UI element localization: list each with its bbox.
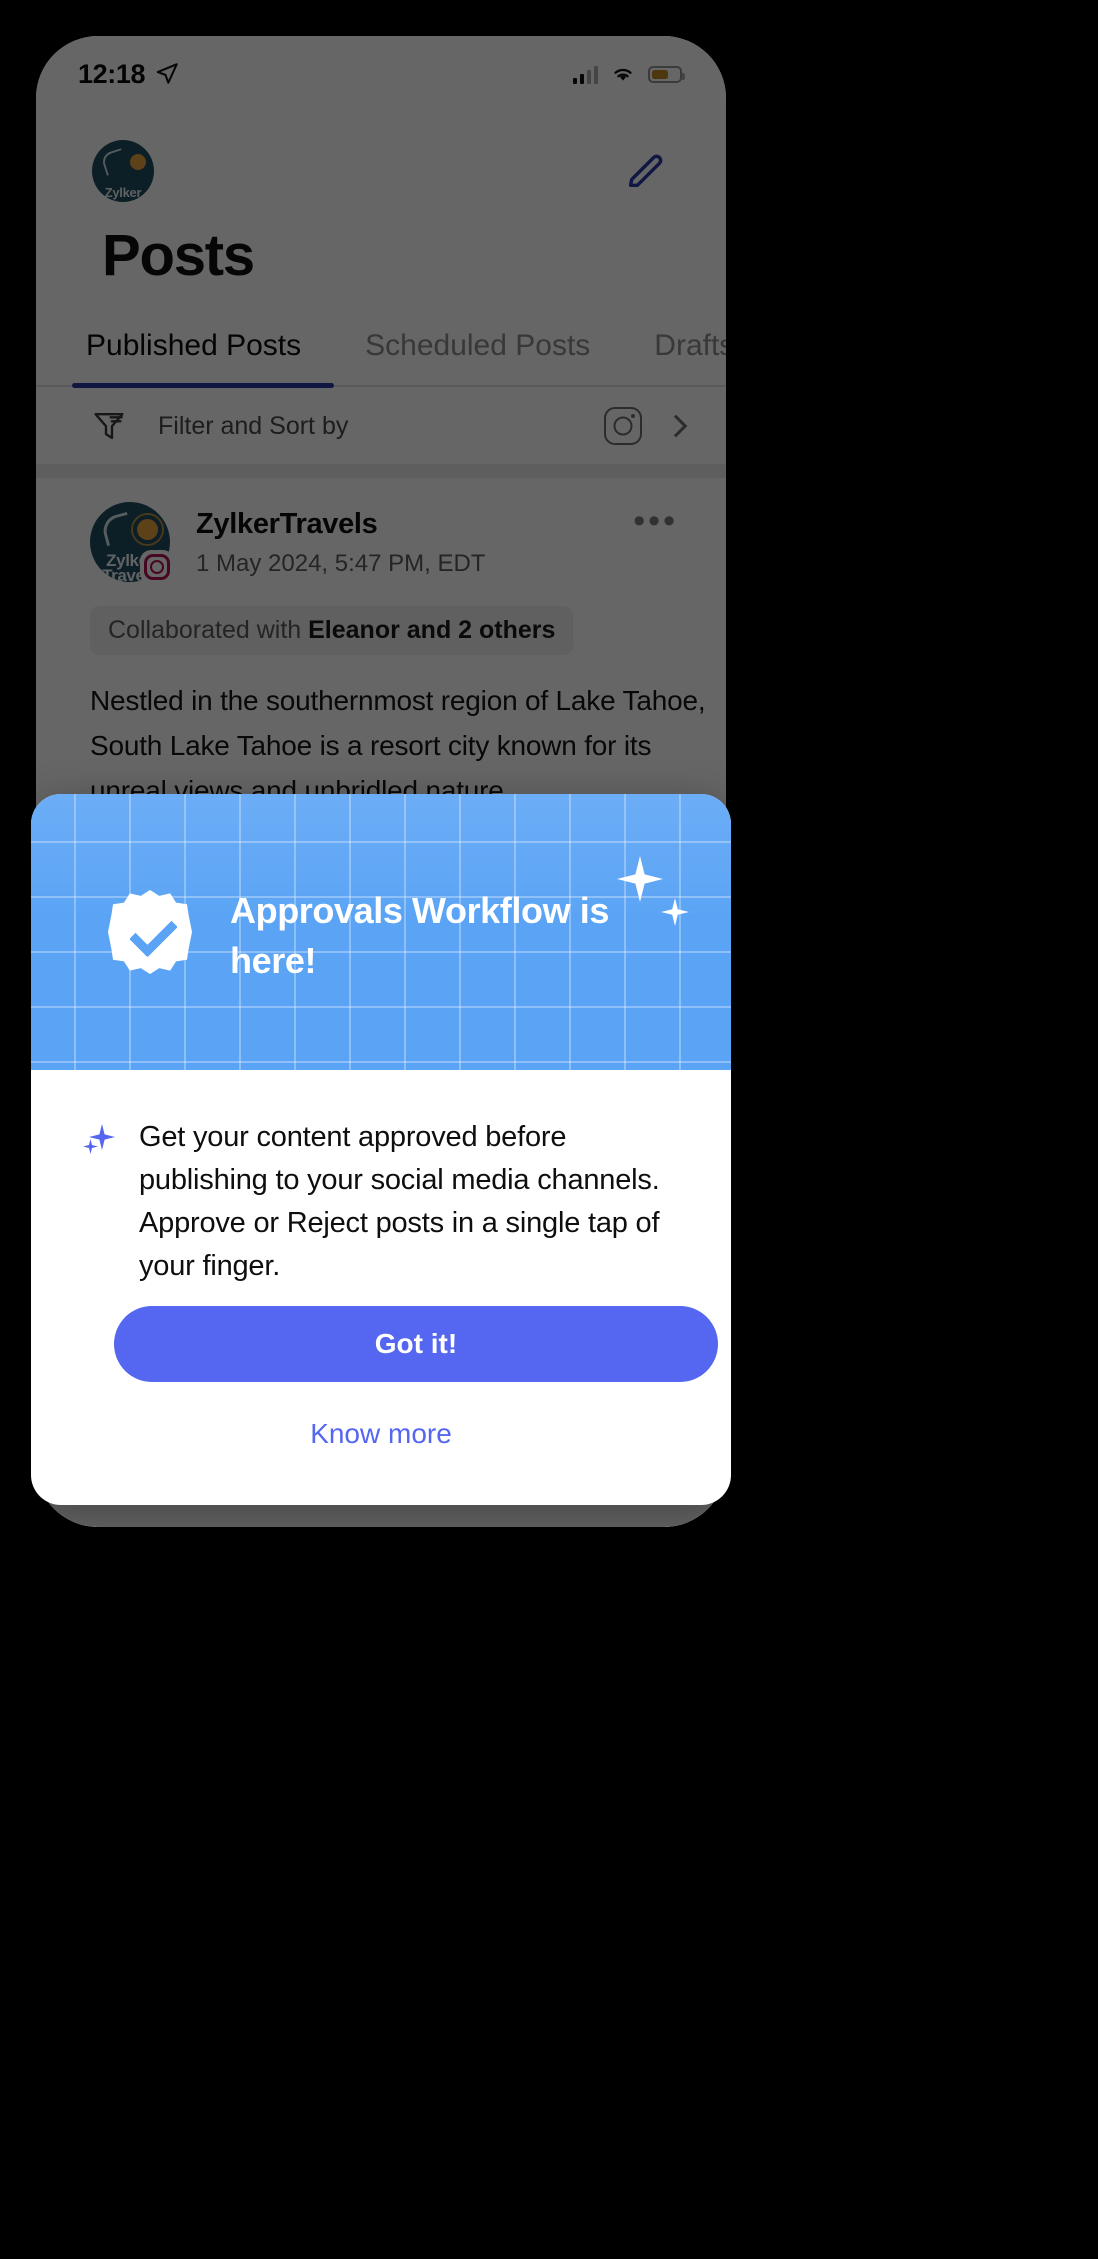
wifi-icon bbox=[614, 68, 632, 81]
know-more-button[interactable]: Know more bbox=[31, 1418, 731, 1450]
status-bar: 12:18 bbox=[36, 36, 726, 112]
filter-right-group[interactable] bbox=[604, 407, 688, 445]
verified-check-badge-icon bbox=[108, 890, 192, 974]
brand-logo: Zylker bbox=[92, 140, 154, 202]
instagram-icon[interactable] bbox=[604, 407, 642, 445]
modal-header: Approvals Workflow is here! bbox=[31, 794, 731, 1070]
sparkle-small-icon bbox=[661, 898, 689, 926]
location-arrow-icon bbox=[156, 63, 178, 84]
sparkle-icon bbox=[617, 856, 663, 902]
collaboration-chip: Collaborated with Eleanor and 2 others bbox=[90, 606, 574, 655]
description-row: Get your content approved before publish… bbox=[83, 1116, 679, 1288]
post-username[interactable]: ZylkerTravels bbox=[196, 508, 485, 541]
palm-tree-shape bbox=[100, 148, 128, 176]
section-gap bbox=[36, 464, 726, 478]
filter-bar[interactable]: Filter and Sort by bbox=[36, 388, 726, 464]
post-header: Zylker Travels ZylkerTravels 1 May 2024,… bbox=[90, 502, 485, 584]
compose-button[interactable] bbox=[618, 142, 674, 198]
tab-drafts[interactable]: Drafts bbox=[654, 329, 726, 363]
avatar[interactable]: Zylker Travels bbox=[90, 502, 174, 584]
status-bar-time: 12:18 bbox=[78, 58, 146, 89]
modal-body: Get your content approved before publish… bbox=[31, 1070, 731, 1288]
instagram-badge-icon bbox=[140, 550, 174, 584]
status-bar-icons bbox=[572, 64, 685, 84]
filter-left-group: Filter and Sort by bbox=[90, 407, 348, 445]
sun-shape bbox=[130, 154, 146, 170]
filter-funnel-icon bbox=[94, 412, 124, 440]
modal-description: Get your content approved before publish… bbox=[139, 1121, 660, 1282]
tab-bar: Published Posts Scheduled Posts Drafts bbox=[36, 308, 726, 384]
compose-pencil-icon bbox=[628, 154, 663, 188]
announcement-modal: Approvals Workflow is here! Get your con… bbox=[31, 794, 731, 1505]
tab-scheduled-posts[interactable]: Scheduled Posts bbox=[365, 329, 590, 363]
post-timestamp: 1 May 2024, 5:47 PM, EDT bbox=[196, 550, 486, 577]
sun-shape bbox=[137, 519, 158, 540]
collab-names: Eleanor and 2 others bbox=[308, 616, 556, 644]
screen-root: 12:18 Zylker Posts Published Posts Sched… bbox=[0, 0, 1098, 2259]
chevron-right-icon[interactable] bbox=[664, 414, 688, 438]
collab-prefix: Collaborated with bbox=[108, 616, 309, 644]
status-bar-time-group: 12:18 bbox=[78, 59, 180, 90]
battery-icon bbox=[648, 65, 685, 83]
brand-logo-text: Zylker bbox=[104, 185, 142, 200]
tab-published-posts[interactable]: Published Posts bbox=[86, 329, 301, 363]
modal-title: Approvals Workflow is here! bbox=[230, 890, 610, 981]
more-options-icon[interactable]: ••• bbox=[633, 504, 678, 538]
cellular-bars-icon bbox=[572, 65, 598, 84]
post-meta: ZylkerTravels 1 May 2024, 5:47 PM, EDT bbox=[196, 502, 485, 582]
post-body-text: Nestled in the southernmost region of La… bbox=[90, 685, 706, 806]
palm-tree-shape bbox=[99, 511, 135, 547]
sparkles-icon bbox=[83, 1124, 117, 1158]
page-title: Posts bbox=[102, 223, 255, 288]
filter-label: Filter and Sort by bbox=[158, 411, 349, 440]
got-it-button[interactable]: Got it! bbox=[114, 1306, 718, 1382]
